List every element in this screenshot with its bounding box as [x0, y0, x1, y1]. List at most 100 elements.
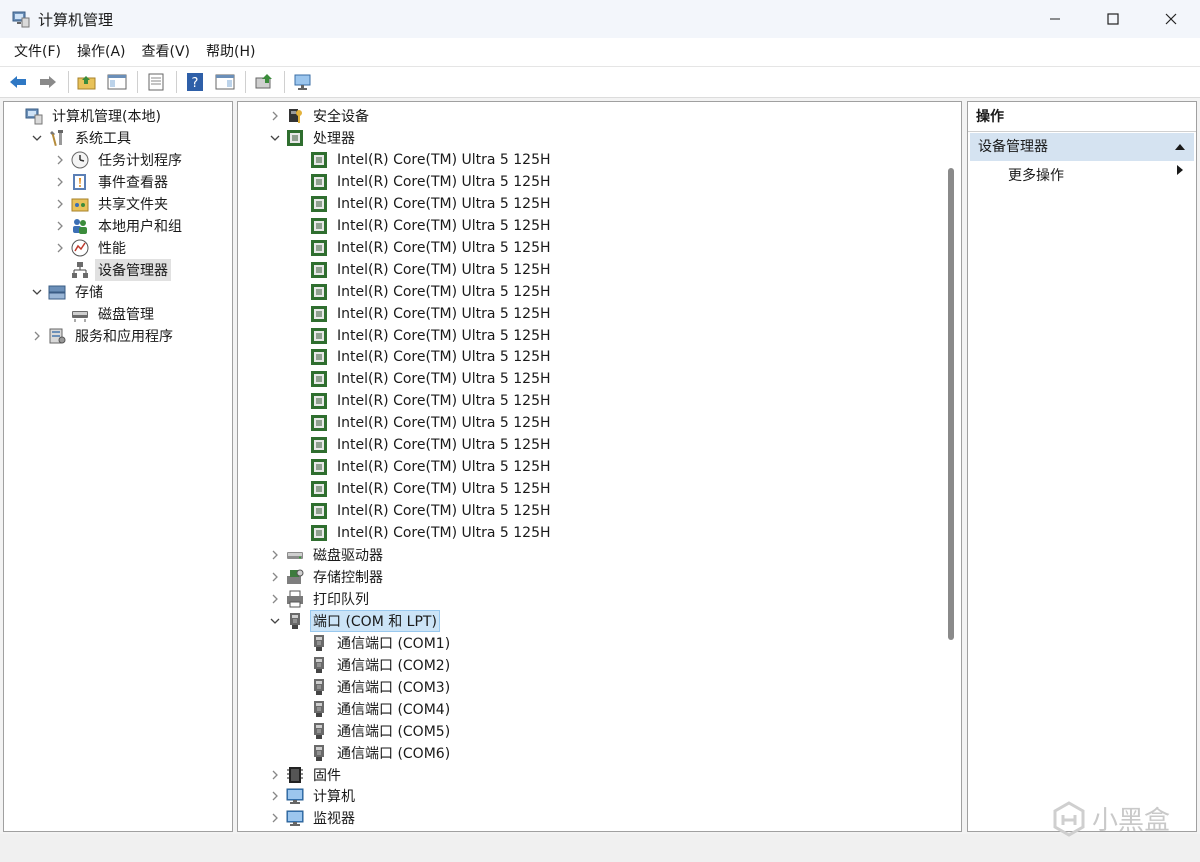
console-tree-item[interactable]: 共享文件夹 — [53, 193, 171, 215]
chevron-down-icon[interactable] — [32, 287, 42, 297]
console-tree-item[interactable]: 计算机管理(本地) — [7, 105, 164, 127]
actions-group-device-manager[interactable]: 设备管理器 — [970, 133, 1194, 161]
collapse-toggle[interactable] — [268, 131, 282, 145]
expand-toggle[interactable] — [268, 109, 282, 123]
device-tree-item[interactable]: 打印队列 — [268, 588, 372, 610]
device-tree-pane[interactable]: 安全设备 处理器 Intel(R) Core(TM) Ultra 5 125H Int… — [237, 101, 962, 832]
expand-toggle[interactable] — [268, 768, 282, 782]
device-tree-item[interactable]: 监视器 — [268, 807, 358, 829]
device-tree-item[interactable]: 安全设备 — [268, 105, 372, 127]
expand-toggle[interactable] — [268, 789, 282, 803]
device-tree-item[interactable]: 通信端口 (COM1) — [292, 632, 453, 654]
console-tree-pane[interactable]: 计算机管理(本地) 系统工具 任务计划程序 事件查看器 共享文件夹 本地用户和组 性能 设备管… — [3, 101, 233, 832]
menu-help[interactable]: 帮助(H) — [198, 38, 263, 66]
console-tree-item[interactable]: 设备管理器 — [53, 259, 171, 281]
chevron-right-icon[interactable] — [270, 813, 280, 823]
device-tree-item[interactable]: Intel(R) Core(TM) Ultra 5 125H — [292, 259, 554, 281]
console-tree-item[interactable]: 任务计划程序 — [53, 149, 185, 171]
console-tree-item[interactable]: 事件查看器 — [53, 171, 171, 193]
device-tree-item[interactable]: 磁盘驱动器 — [268, 544, 386, 566]
expand-toggle[interactable] — [268, 592, 282, 606]
menu-file[interactable]: 文件(F) — [6, 38, 69, 66]
chevron-right-icon[interactable] — [270, 550, 280, 560]
chevron-down-icon[interactable] — [270, 616, 280, 626]
properties-button[interactable] — [144, 70, 168, 94]
vertical-scrollbar[interactable] — [945, 102, 957, 831]
more-actions-item[interactable]: 更多操作 — [1008, 164, 1188, 188]
scan-hardware-button[interactable] — [291, 70, 315, 94]
collapse-toggle[interactable] — [30, 285, 44, 299]
chevron-right-icon[interactable] — [32, 331, 42, 341]
device-tree-item[interactable]: Intel(R) Core(TM) Ultra 5 125H — [292, 303, 554, 325]
chevron-right-icon[interactable] — [270, 594, 280, 604]
device-tree-item[interactable]: Intel(R) Core(TM) Ultra 5 125H — [292, 346, 554, 368]
device-tree-item[interactable]: Intel(R) Core(TM) Ultra 5 125H — [292, 171, 554, 193]
show-action-pane-button[interactable] — [213, 70, 237, 94]
console-tree-item[interactable]: 本地用户和组 — [53, 215, 185, 237]
device-tree-item[interactable]: 通信端口 (COM4) — [292, 698, 453, 720]
console-tree-item[interactable]: 存储 — [30, 281, 106, 303]
update-driver-button[interactable] — [252, 70, 276, 94]
console-tree-item[interactable]: 服务和应用程序 — [30, 325, 176, 347]
device-tree-item[interactable]: Intel(R) Core(TM) Ultra 5 125H — [292, 434, 554, 456]
chevron-right-icon[interactable] — [55, 243, 65, 253]
scrollbar-thumb[interactable] — [948, 168, 954, 640]
console-tree-item[interactable]: 性能 — [53, 237, 129, 259]
back-button[interactable] — [6, 70, 30, 94]
device-tree-item[interactable]: 通信端口 (COM2) — [292, 654, 453, 676]
chevron-down-icon[interactable] — [32, 133, 42, 143]
device-tree-item[interactable]: Intel(R) Core(TM) Ultra 5 125H — [292, 478, 554, 500]
device-tree-item[interactable]: Intel(R) Core(TM) Ultra 5 125H — [292, 368, 554, 390]
expand-toggle[interactable] — [268, 548, 282, 562]
device-tree-item[interactable]: Intel(R) Core(TM) Ultra 5 125H — [292, 500, 554, 522]
expand-toggle[interactable] — [268, 570, 282, 584]
device-tree-item[interactable]: 端口 (COM 和 LPT) — [268, 609, 440, 632]
help-button[interactable]: ? — [183, 70, 207, 94]
device-tree-item[interactable]: Intel(R) Core(TM) Ultra 5 125H — [292, 149, 554, 171]
collapse-toggle[interactable] — [268, 614, 282, 628]
expand-toggle[interactable] — [268, 811, 282, 825]
chevron-right-icon[interactable] — [270, 770, 280, 780]
device-tree-item[interactable]: Intel(R) Core(TM) Ultra 5 125H — [292, 522, 554, 544]
close-button[interactable] — [1142, 0, 1200, 38]
chevron-right-icon[interactable] — [55, 155, 65, 165]
chevron-right-icon[interactable] — [55, 199, 65, 209]
collapse-up-icon[interactable] — [1174, 143, 1186, 151]
device-tree-item[interactable]: 计算机 — [268, 785, 358, 807]
expand-toggle[interactable] — [53, 175, 67, 189]
menu-view[interactable]: 查看(V) — [134, 38, 199, 66]
device-tree-item[interactable]: 通信端口 (COM5) — [292, 720, 453, 742]
device-tree-item[interactable]: Intel(R) Core(TM) Ultra 5 125H — [292, 193, 554, 215]
maximize-button[interactable] — [1084, 0, 1142, 38]
expand-toggle[interactable] — [53, 197, 67, 211]
collapse-toggle[interactable] — [30, 131, 44, 145]
chevron-right-icon[interactable] — [270, 572, 280, 582]
menu-action[interactable]: 操作(A) — [69, 38, 134, 66]
device-tree-item[interactable]: Intel(R) Core(TM) Ultra 5 125H — [292, 281, 554, 303]
console-tree-item[interactable]: 系统工具 — [30, 127, 134, 149]
chevron-right-icon[interactable] — [270, 111, 280, 121]
chevron-right-icon[interactable] — [55, 177, 65, 187]
forward-button[interactable] — [36, 70, 60, 94]
console-tree-item[interactable]: 磁盘管理 — [53, 303, 157, 325]
minimize-button[interactable] — [1026, 0, 1084, 38]
chevron-right-icon[interactable] — [55, 221, 65, 231]
expand-toggle[interactable] — [53, 241, 67, 255]
device-tree-item[interactable]: Intel(R) Core(TM) Ultra 5 125H — [292, 237, 554, 259]
up-level-button[interactable] — [75, 70, 99, 94]
device-tree-item[interactable]: Intel(R) Core(TM) Ultra 5 125H — [292, 390, 554, 412]
device-tree-item[interactable]: Intel(R) Core(TM) Ultra 5 125H — [292, 456, 554, 478]
device-tree-item[interactable]: 通信端口 (COM6) — [292, 742, 453, 764]
device-tree-item[interactable]: 处理器 — [268, 127, 358, 149]
expand-toggle[interactable] — [30, 329, 44, 343]
device-tree-item[interactable]: 通信端口 (COM3) — [292, 676, 453, 698]
device-tree-item[interactable]: 固件 — [268, 764, 344, 786]
device-tree-item[interactable]: Intel(R) Core(TM) Ultra 5 125H — [292, 325, 554, 347]
device-tree-item[interactable]: Intel(R) Core(TM) Ultra 5 125H — [292, 412, 554, 434]
chevron-down-icon[interactable] — [270, 133, 280, 143]
expand-toggle[interactable] — [53, 219, 67, 233]
device-tree-item[interactable]: 存储控制器 — [268, 566, 386, 588]
show-hide-tree-button[interactable] — [105, 70, 129, 94]
expand-toggle[interactable] — [53, 153, 67, 167]
chevron-right-icon[interactable] — [270, 791, 280, 801]
